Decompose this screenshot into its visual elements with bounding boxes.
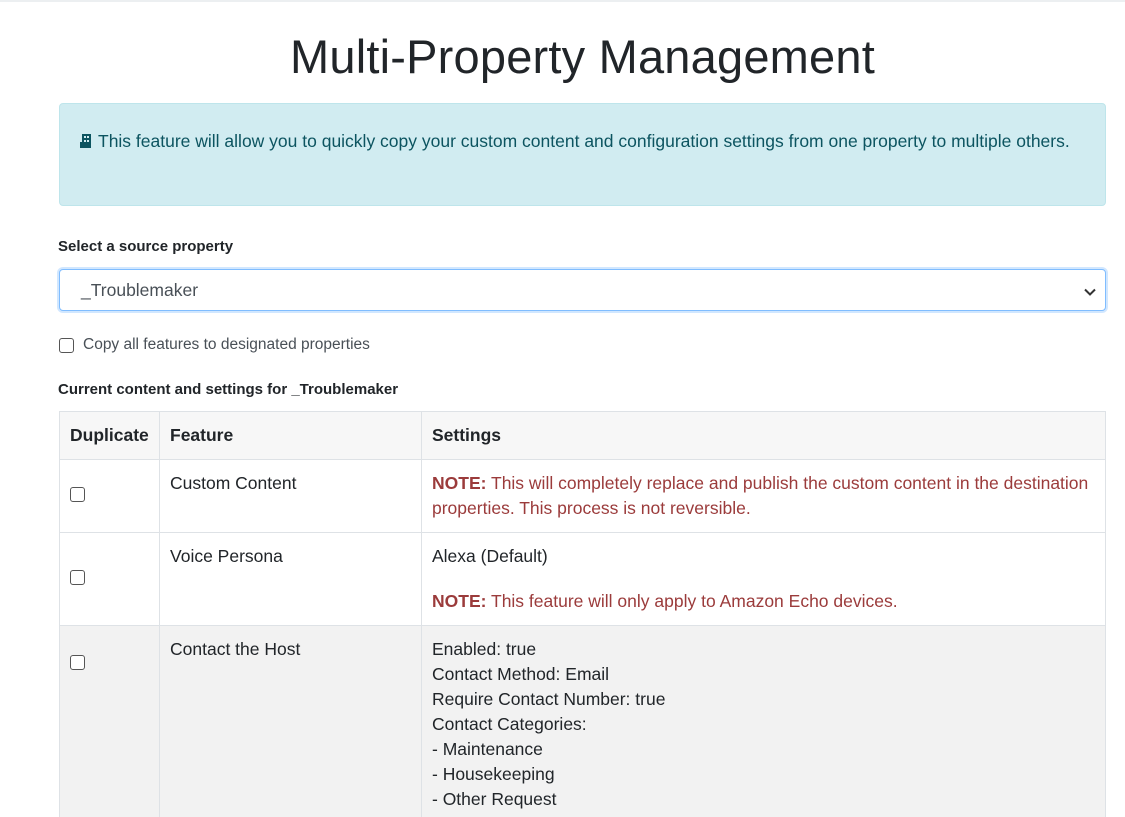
setting-line: Enabled: true — [432, 639, 537, 659]
setting-line: - Housekeeping — [432, 764, 555, 784]
settings-cell: Enabled: true Contact Method: Email Requ… — [421, 625, 1106, 817]
note-text: NOTE: This feature will only apply to Am… — [432, 591, 898, 611]
table-row: Voice Persona Alexa (Default) NOTE: This… — [59, 532, 1106, 626]
note-text: NOTE: This will completely replace and p… — [432, 473, 1089, 518]
source-property-label: Select a source property — [58, 238, 234, 255]
duplicate-cell — [59, 532, 160, 626]
setting-value: Alexa (Default) — [432, 546, 548, 566]
page-title: Multi-Property Management — [290, 30, 875, 83]
setting-line: Contact Method: Email — [432, 664, 610, 684]
feature-name: Custom Content — [159, 459, 422, 533]
duplicate-checkbox-voice-persona[interactable] — [70, 569, 85, 585]
table-row: Custom Content NOTE: This will completel… — [59, 459, 1106, 533]
source-property-select[interactable]: _Troublemaker — [59, 269, 1106, 311]
info-alert: This feature will allow you to quickly c… — [59, 103, 1106, 206]
duplicate-cell — [59, 625, 160, 817]
copy-all-checkbox[interactable] — [59, 337, 74, 353]
copy-all-label: Copy all features to designated properti… — [83, 336, 370, 353]
copy-all-option[interactable]: Copy all features to designated properti… — [59, 336, 370, 354]
settings-cell: NOTE: This will completely replace and p… — [421, 459, 1106, 533]
info-text: This feature will allow you to quickly c… — [98, 131, 1070, 151]
features-table: Duplicate Feature Settings Custom Conten… — [59, 411, 1106, 817]
header-feature: Feature — [159, 411, 422, 460]
source-property-value: _Troublemaker — [81, 280, 199, 300]
setting-line: - Other Request — [432, 789, 557, 809]
setting-line: - Maintenance — [432, 739, 543, 759]
table-row: Contact the Host Enabled: true Contact M… — [59, 625, 1106, 817]
feature-name: Voice Persona — [159, 532, 422, 626]
feature-name: Contact the Host — [159, 625, 422, 817]
chevron-down-icon — [1083, 283, 1097, 297]
building-icon — [79, 128, 95, 148]
duplicate-cell — [59, 459, 160, 533]
setting-line: Contact Categories: — [432, 714, 587, 734]
table-header-row: Duplicate Feature Settings — [59, 411, 1106, 460]
duplicate-checkbox-custom-content[interactable] — [70, 486, 85, 502]
header-duplicate: Duplicate — [59, 411, 160, 460]
setting-line: Require Contact Number: true — [432, 689, 666, 709]
settings-cell: Alexa (Default) NOTE: This feature will … — [421, 532, 1106, 626]
current-settings-label: Current content and settings for _Troubl… — [58, 381, 399, 398]
header-settings: Settings — [421, 411, 1106, 460]
duplicate-checkbox-contact-host[interactable] — [70, 655, 85, 670]
